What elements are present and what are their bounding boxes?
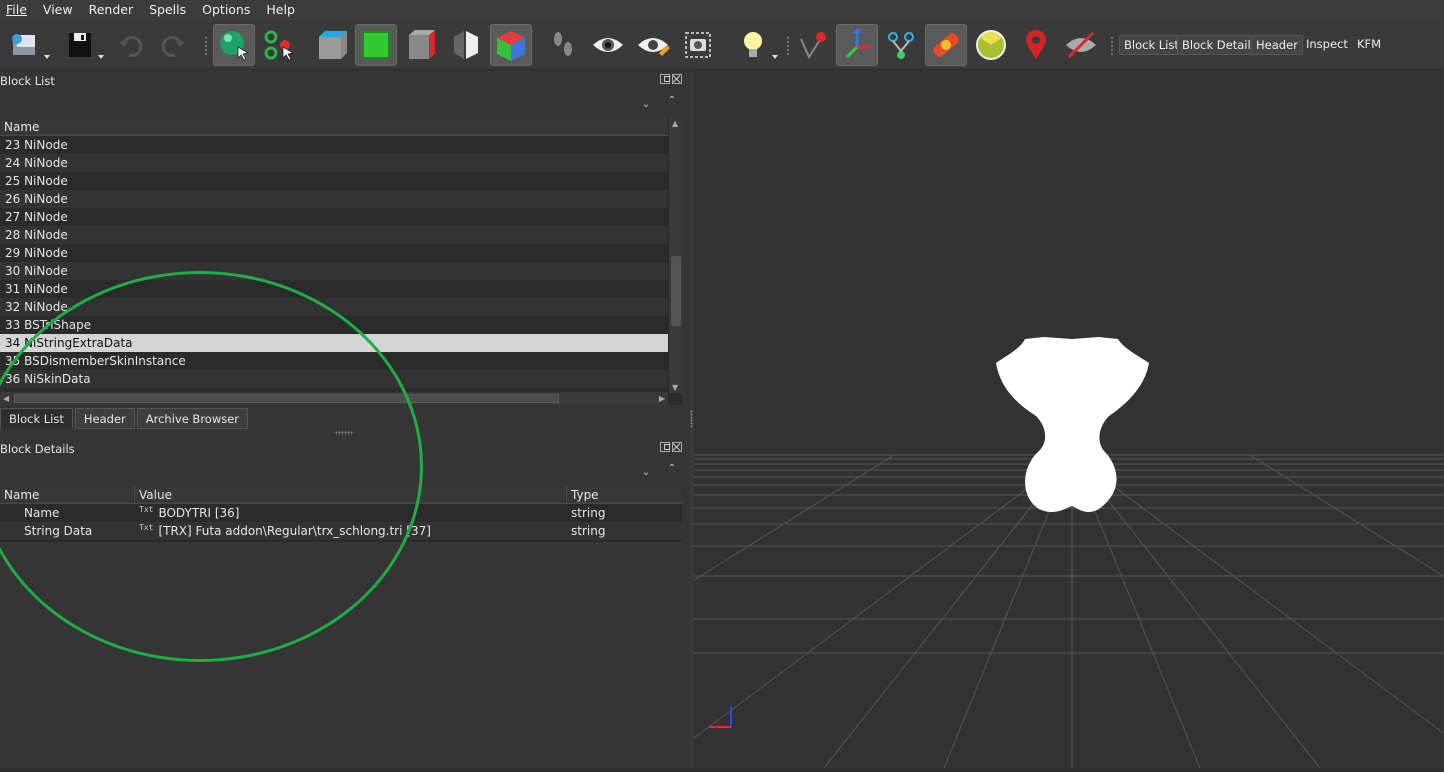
vertical-splitter-grip[interactable] [690,410,693,428]
save-icon[interactable] [58,24,100,66]
show-furniture-icon[interactable] [1015,24,1057,66]
text-type-icon: Txt [139,523,154,532]
menu-file[interactable]: File [0,0,35,20]
list-item[interactable]: 32 NiNode [0,298,668,316]
hide-markers-icon[interactable] [1060,24,1102,66]
list-item[interactable]: 33 BSTriShape [0,316,668,334]
list-item[interactable]: 24 NiNode [0,154,668,172]
list-item[interactable]: 29 NiNode [0,244,668,262]
vertical-scrollbar-thumb[interactable] [671,256,681,326]
expand-all-icon[interactable]: ⌃ [666,463,678,474]
splitter-handle[interactable] [335,431,353,435]
render-viewport[interactable] [694,71,1444,768]
list-item[interactable]: 27 NiNode [0,208,668,226]
viewport-scene [694,337,1444,768]
field-type: string [571,506,606,520]
list-item-selected[interactable]: 34 NiStringExtraData [0,334,668,352]
wireframe-box-icon[interactable] [400,24,442,66]
field-value-text: [TRX] Futa addon\Regular\trx_schlong.tri… [158,524,431,538]
list-item[interactable]: 28 NiNode [0,226,668,244]
text-type-icon: Txt [139,505,154,514]
list-item[interactable]: 25 NiNode [0,172,668,190]
close-dock-icon[interactable] [672,74,682,84]
select-object-icon[interactable] [213,24,255,66]
list-item[interactable]: 23 NiNode [0,136,668,154]
mesh-shape [996,337,1149,513]
select-vertex-icon[interactable] [258,24,300,66]
column-header-name[interactable]: Name [0,486,135,503]
toolbar: Block List Block Details Header Inspect … [0,20,1444,70]
list-item[interactable]: 31 NiNode [0,280,668,298]
close-dock-icon[interactable] [672,442,682,452]
tab-header[interactable]: Header [74,408,135,429]
column-header-value[interactable]: Value [135,486,567,503]
block-list-title: Block List [0,74,55,88]
dock-tabs: Block List Header Archive Browser [0,408,249,429]
tab-block-list[interactable]: Block List [0,408,73,429]
block-list-tree[interactable]: Name 23 NiNode 24 NiNode 25 NiNode 26 Ni… [0,118,682,405]
show-constraints-icon[interactable] [970,24,1012,66]
menu-spells[interactable]: Spells [141,0,194,20]
list-item[interactable]: 36 NiSkinData [0,370,668,388]
expand-all-icon[interactable]: ⌃ [666,95,678,106]
float-dock-icon[interactable] [660,442,670,452]
menu-help[interactable]: Help [258,0,303,20]
textured-shading-icon[interactable] [355,24,397,66]
hide-toggle-icon[interactable] [445,24,487,66]
menu-render[interactable]: Render [81,0,142,20]
redo-icon[interactable] [152,24,194,66]
column-header-name[interactable]: Name [0,118,682,136]
field-value[interactable]: Txt [TRX] Futa addon\Regular\trx_schlong.… [135,522,567,540]
block-details-title: Block Details [0,442,75,456]
open-folder-icon[interactable] [4,24,46,66]
vertical-scrollbar[interactable]: ▲ ▼ [668,118,682,393]
block-details-table: Name Value Type Name Txt BODYTRI [36] str… [0,486,682,542]
undo-icon[interactable] [110,24,152,66]
left-dock-area: Block List ⌄ ⌃ Name 23 NiNode 24 NiNode … [0,71,690,772]
show-axes-icon[interactable] [836,24,878,66]
flat-shading-icon[interactable] [310,24,352,66]
menu-view[interactable]: View [35,0,81,20]
list-item[interactable]: 30 NiNode [0,262,668,280]
tab-archive-browser[interactable]: Archive Browser [136,408,249,429]
color-cube-icon[interactable] [490,24,532,66]
field-value-text: BODYTRI [36] [158,506,240,520]
field-name: String Data [24,524,93,538]
status-bar [0,768,1444,772]
lighting-icon[interactable] [732,24,774,66]
column-header-type[interactable]: Type [567,486,682,503]
toolbar-block-list-button[interactable]: Block List [1119,35,1184,55]
field-type: string [571,524,606,538]
list-item[interactable]: 26 NiNode [0,190,668,208]
table-row[interactable]: String Data Txt [TRX] Futa addon\Regular\… [0,522,682,540]
toolbar-block-details-button[interactable]: Block Details [1177,35,1262,55]
collapse-all-icon[interactable]: ⌄ [640,467,652,478]
toolbar-kfm-button[interactable]: KFM [1353,35,1385,55]
horizontal-scrollbar[interactable]: ◀ ▶ [0,392,668,405]
block-list-rows: 23 NiNode 24 NiNode 25 NiNode 26 NiNode … [0,136,682,388]
horizontal-scrollbar-thumb[interactable] [14,394,559,403]
table-row[interactable]: Name Txt BODYTRI [36] string [0,504,682,522]
screenshot-icon[interactable] [677,24,719,66]
show-nodes-icon[interactable] [880,24,922,66]
collapse-all-icon[interactable]: ⌄ [640,99,652,110]
show-markers-icon[interactable] [792,24,834,66]
list-item[interactable]: 35 BSDismemberSkinInstance [0,352,668,370]
show-havok-icon[interactable] [925,24,967,66]
float-dock-icon[interactable] [660,74,670,84]
footprints-icon[interactable] [542,24,584,66]
menu-options[interactable]: Options [194,0,258,20]
details-header: Name Value Type [0,486,682,504]
field-name: Name [24,506,60,520]
toolbar-inspect-button[interactable]: Inspect [1302,35,1352,55]
toolbar-header-button[interactable]: Header [1251,35,1303,55]
show-hidden-icon[interactable] [587,24,629,66]
menu-bar: File View Render Spells Options Help [0,0,1444,20]
visibility-edit-icon[interactable] [632,24,674,66]
field-value[interactable]: Txt BODYTRI [36] [135,504,567,522]
